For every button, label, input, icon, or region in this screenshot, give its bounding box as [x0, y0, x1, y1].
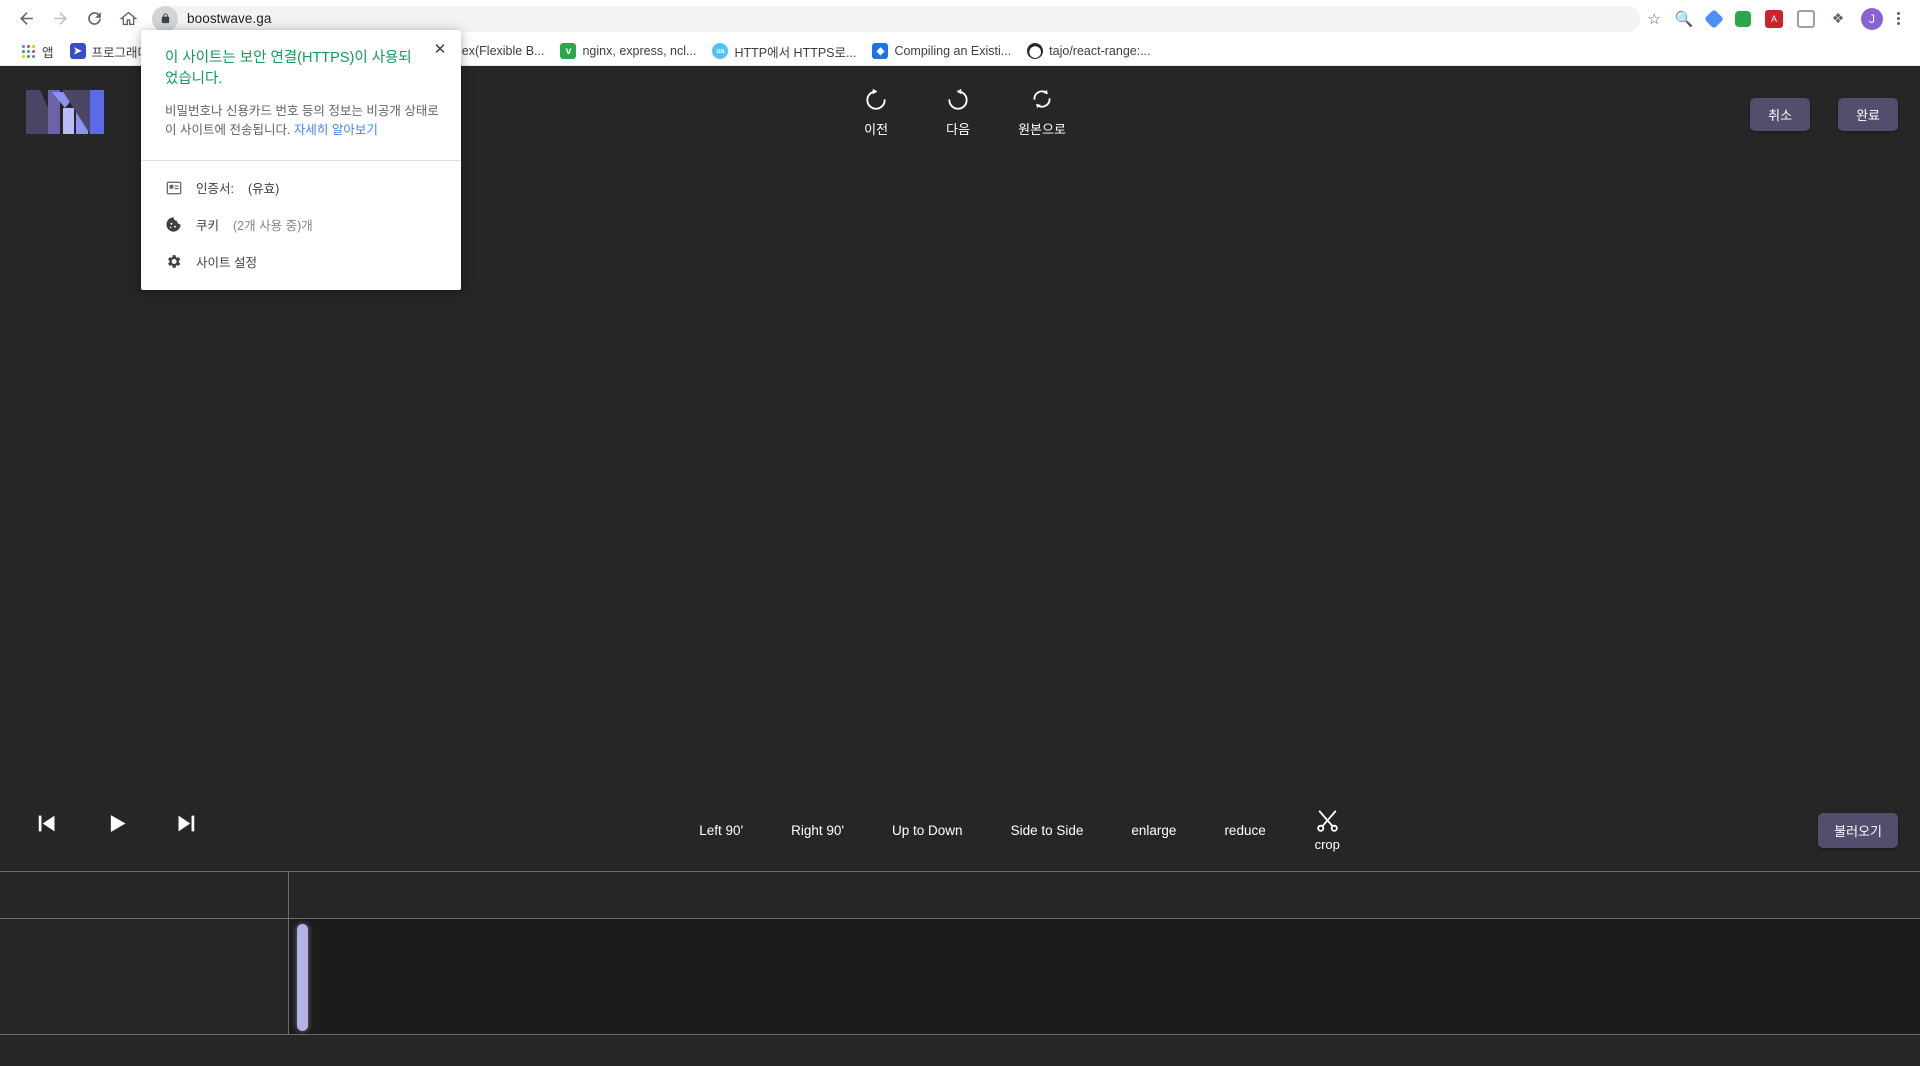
- certificate-label: 인증서:: [196, 182, 234, 196]
- restore-original-icon: [1033, 89, 1051, 109]
- scissors-icon: [1316, 810, 1338, 832]
- browser-menu-button[interactable]: [1897, 12, 1900, 25]
- site-settings-label: 사이트 설정: [196, 256, 257, 270]
- lock-icon: [161, 13, 169, 24]
- puzzle-extension-icon[interactable]: ❖: [1829, 10, 1847, 28]
- address-bar[interactable]: boostwave.ga: [152, 5, 1640, 32]
- cookies-label: 쿠키: [196, 219, 220, 233]
- security-popup-rows: 인증서: (유효) 쿠키 (2개 사용 중)개 사이트 설정: [141, 161, 461, 290]
- close-icon[interactable]: ✕: [429, 38, 451, 60]
- reduce-button[interactable]: reduce: [1224, 808, 1265, 838]
- bookmark-item-nginx[interactable]: v nginx, express, ncl...: [552, 40, 704, 62]
- cookie-icon: [165, 216, 182, 233]
- reload-icon: [87, 12, 101, 25]
- bookmark-label: 앱: [42, 45, 54, 60]
- site-security-button[interactable]: [152, 5, 178, 32]
- pdf-extension-icon[interactable]: A: [1765, 9, 1783, 28]
- apps-grid-icon: [20, 43, 36, 59]
- arrow-right-icon: [53, 12, 67, 25]
- forward-button[interactable]: [44, 3, 76, 35]
- security-body-text-1: 비밀번호나 신용카드 번호 등의 정보는 비공개 상태: [165, 104, 428, 118]
- http-https-icon: ua: [712, 43, 729, 59]
- github-icon: ⬤: [1027, 43, 1044, 59]
- bookmark-label: tajo/react-range:...: [1049, 44, 1151, 58]
- browser-toolbar-right: ☆ 🔍 A ❖ J: [1648, 7, 1910, 30]
- done-button[interactable]: 완료: [1838, 98, 1898, 131]
- learn-more-link[interactable]: 자세히 알아보기: [294, 123, 378, 137]
- timeline-playhead[interactable]: [297, 924, 308, 1031]
- site-settings-row[interactable]: 사이트 설정: [141, 243, 461, 280]
- crop-button[interactable]: crop: [1314, 808, 1341, 852]
- undo-icon: [866, 88, 886, 110]
- compiling-icon: ◆: [872, 43, 889, 59]
- redo-button[interactable]: 다음: [936, 86, 980, 138]
- cookies-count: (2개 사용 중)개: [233, 219, 313, 233]
- reload-button[interactable]: [78, 3, 110, 35]
- undo-button[interactable]: 이전: [854, 86, 898, 138]
- bookmark-item-compiling[interactable]: ◆ Compiling an Existi...: [864, 40, 1019, 62]
- security-popup-title: 이 사이트는 보안 연결(HTTPS)이 사용되었습니다.: [165, 50, 412, 87]
- cancel-button[interactable]: 취소: [1750, 98, 1811, 131]
- diamond-extension-icon[interactable]: [1704, 8, 1724, 29]
- timeline-panel: [0, 871, 1920, 1066]
- certificate-status: (유효): [247, 182, 280, 196]
- timeline-column-divider: [288, 871, 289, 1035]
- certificate-icon: [165, 179, 182, 196]
- crop-label: crop: [1314, 837, 1340, 852]
- bookmark-label: HTTP에서 HTTPS로...: [734, 45, 857, 60]
- editor-controls-bar: Left 90' Right 90' Up to Down Side to Si…: [0, 788, 1920, 871]
- magnifier-extension-icon[interactable]: 🔍: [1675, 10, 1694, 28]
- redo-icon: [948, 88, 968, 110]
- rotate-right-90-button[interactable]: Right 90': [791, 808, 844, 838]
- bookmark-star-icon[interactable]: ☆: [1648, 10, 1661, 28]
- restore-original-button[interactable]: 원본으로: [1018, 86, 1066, 138]
- bookmark-item-github[interactable]: ⬤ tajo/react-range:...: [1019, 40, 1158, 62]
- bookmark-item-apps[interactable]: 앱: [12, 39, 62, 64]
- tool-label: 원본으로: [1018, 122, 1066, 137]
- certificate-row[interactable]: 인증서: (유효): [141, 169, 461, 206]
- security-popup-header: ✕ 이 사이트는 보안 연결(HTTPS)이 사용되었습니다. 비밀번호나 신용…: [141, 30, 461, 160]
- enlarge-button[interactable]: enlarge: [1131, 808, 1176, 838]
- home-button[interactable]: [112, 3, 144, 35]
- rotate-left-90-button[interactable]: Left 90': [699, 808, 743, 838]
- address-bar-url[interactable]: boostwave.ga: [187, 11, 272, 26]
- nginx-icon: v: [560, 43, 577, 59]
- screenshot-extension-icon[interactable]: [1797, 9, 1815, 28]
- gear-icon: [165, 253, 182, 270]
- back-button[interactable]: [10, 3, 42, 35]
- security-popup-body: 비밀번호나 신용카드 번호 등의 정보는 비공개 상태로 이 사이트에 전송됩니…: [165, 102, 439, 140]
- flip-vertical-button[interactable]: Up to Down: [892, 808, 963, 838]
- programmers-icon: ➤: [69, 43, 86, 59]
- bookmark-label: Compiling an Existi...: [894, 44, 1012, 58]
- flip-horizontal-button[interactable]: Side to Side: [1011, 808, 1084, 838]
- editor-header-actions: 취소 완료: [1750, 98, 1898, 131]
- load-button[interactable]: 불러오기: [1818, 813, 1898, 848]
- bookmark-item-http-https[interactable]: ua HTTP에서 HTTPS로...: [704, 39, 864, 64]
- home-icon: [119, 11, 137, 26]
- tool-label: 다음: [946, 122, 971, 137]
- site-security-popup: ✕ 이 사이트는 보안 연결(HTTPS)이 사용되었습니다. 비밀번호나 신용…: [141, 30, 461, 290]
- shield-extension-icon[interactable]: [1735, 10, 1751, 27]
- tool-label: 이전: [864, 122, 889, 137]
- image-edit-tools: Left 90' Right 90' Up to Down Side to Si…: [0, 808, 1920, 852]
- cookies-row[interactable]: 쿠키 (2개 사용 중)개: [141, 206, 461, 243]
- bookmark-label: nginx, express, ncl...: [582, 44, 697, 58]
- arrow-left-icon: [19, 12, 33, 25]
- profile-avatar[interactable]: J: [1861, 7, 1883, 30]
